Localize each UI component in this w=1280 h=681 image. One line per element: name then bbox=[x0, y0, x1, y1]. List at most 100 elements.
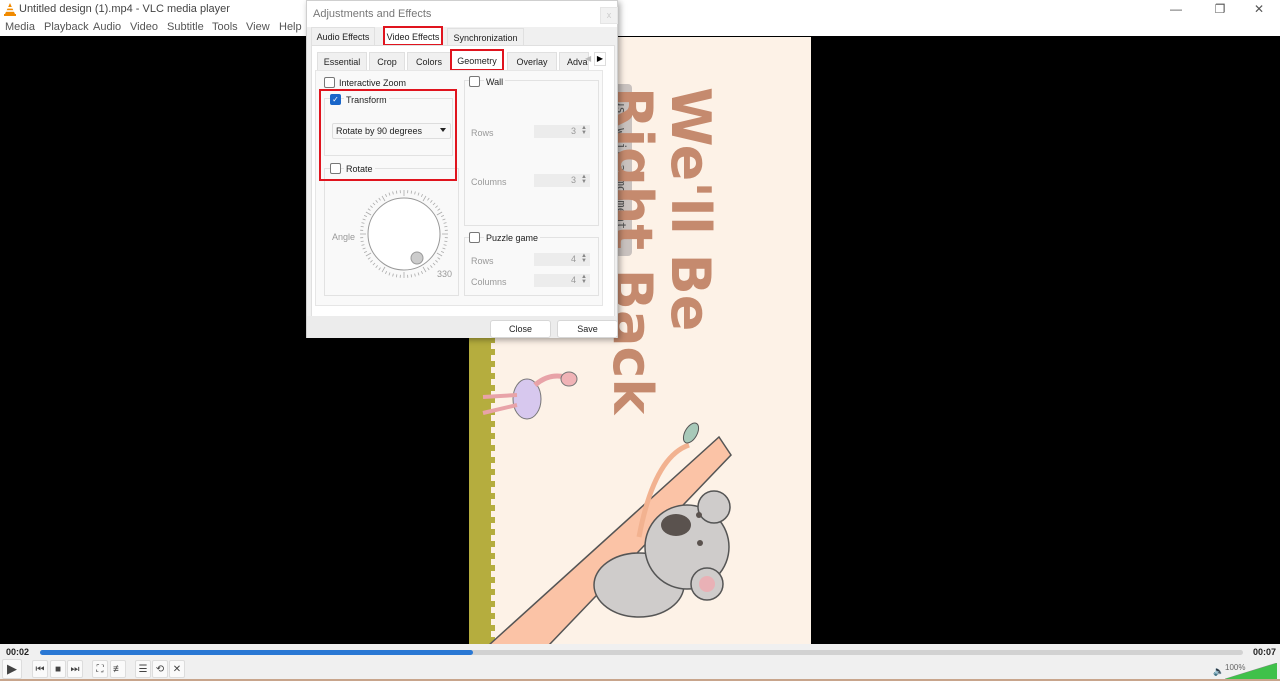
player-controls: 00:02 00:07 ▶ ⏮ ■ ⏭ ⛶ ≢ ☰ ⟲ ✕ 🔈 100% bbox=[0, 644, 1280, 681]
loop-button[interactable]: ⟲ bbox=[152, 660, 168, 678]
restore-button[interactable]: ❐ bbox=[1210, 2, 1230, 18]
dial-tick bbox=[436, 252, 443, 257]
dial-tick bbox=[367, 257, 371, 260]
dial-tick bbox=[442, 247, 446, 250]
dial-tick bbox=[437, 208, 441, 211]
minimize-button[interactable]: — bbox=[1166, 2, 1186, 18]
total-time: 00:07 bbox=[1253, 647, 1277, 657]
dial-tick bbox=[436, 211, 443, 216]
wall-checkbox[interactable] bbox=[469, 76, 480, 87]
seek-bar[interactable] bbox=[40, 650, 1243, 655]
dial-tick bbox=[417, 272, 420, 276]
skip-forward-icon: ⏭ bbox=[70, 663, 80, 675]
fullscreen-button[interactable]: ⛶ bbox=[92, 660, 108, 678]
menu-audio[interactable]: Audio bbox=[93, 21, 121, 33]
angle-label: Angle bbox=[332, 232, 356, 242]
dial-tick bbox=[430, 265, 433, 268]
menu-subtitle[interactable]: Subtitle bbox=[167, 21, 204, 33]
tab-synchronization[interactable]: Synchronization bbox=[447, 28, 524, 46]
dial-tick bbox=[432, 262, 436, 266]
menu-playback[interactable]: Playback bbox=[44, 21, 89, 33]
tab-scroll-right-icon[interactable]: ▶ bbox=[594, 52, 606, 66]
dial-tick bbox=[430, 200, 433, 203]
menu-video[interactable]: Video bbox=[130, 21, 158, 33]
previous-button[interactable]: ⏮ bbox=[32, 660, 48, 678]
angle-dial[interactable] bbox=[357, 187, 451, 281]
puzzle-columns-spinbox[interactable]: 4 ▲ ▼ bbox=[534, 274, 590, 287]
dial-tick bbox=[367, 208, 371, 211]
skip-back-icon: ⏮ bbox=[35, 663, 45, 675]
tab-audio-effects[interactable]: Audio Effects bbox=[311, 27, 375, 45]
wall-rows-value: 3 bbox=[570, 126, 576, 136]
close-button[interactable]: Close bbox=[490, 320, 551, 338]
play-button[interactable]: ▶ bbox=[2, 659, 22, 679]
dial-tick bbox=[437, 257, 441, 260]
elapsed-time: 00:02 bbox=[6, 647, 30, 657]
dial-tick bbox=[388, 192, 391, 196]
dial-tick bbox=[444, 225, 448, 228]
puzzle-checkbox[interactable] bbox=[469, 232, 480, 243]
save-button[interactable]: Save bbox=[557, 320, 618, 338]
dial-tick bbox=[363, 250, 368, 253]
menu-tools[interactable]: Tools bbox=[212, 21, 238, 33]
dial-tick bbox=[392, 273, 394, 277]
loop-icon: ⟲ bbox=[155, 663, 165, 675]
close-window-button[interactable]: ✕ bbox=[1249, 2, 1269, 18]
dial-tick bbox=[363, 215, 368, 218]
tab-geometry[interactable]: Geometry bbox=[450, 49, 504, 71]
menu-media[interactable]: Media bbox=[5, 21, 35, 33]
dial-tick bbox=[365, 211, 372, 216]
interactive-zoom-label: Interactive Zoom bbox=[339, 78, 407, 88]
tab-crop[interactable]: Crop bbox=[369, 52, 405, 70]
wall-columns-spinbox[interactable]: 3 ▲ ▼ bbox=[534, 174, 590, 187]
extended-settings-button[interactable]: ≢ bbox=[110, 660, 126, 678]
interactive-zoom-checkbox[interactable] bbox=[324, 77, 335, 88]
menu-view[interactable]: View bbox=[246, 21, 270, 33]
puzzle-group bbox=[464, 237, 599, 296]
speaker-icon[interactable]: 🔈 bbox=[1213, 666, 1224, 677]
dial-tick bbox=[410, 274, 413, 278]
dial-tick bbox=[422, 195, 427, 202]
dial-tick bbox=[432, 202, 436, 206]
dial-face bbox=[367, 197, 441, 271]
dial-tick bbox=[365, 252, 372, 257]
dial-tick bbox=[435, 205, 438, 208]
dial-tick bbox=[381, 266, 386, 273]
spin-arrows-icon[interactable]: ▲ ▼ bbox=[580, 274, 588, 286]
tab-video-effects[interactable]: Video Effects bbox=[383, 26, 443, 46]
spin-arrows-icon[interactable]: ▲ ▼ bbox=[580, 253, 588, 265]
adjustments-dialog: Adjustments and Effects x Audio Effects … bbox=[306, 0, 618, 338]
dial-tick bbox=[360, 225, 364, 228]
dial-tick bbox=[385, 270, 388, 275]
spin-arrows-icon[interactable]: ▲ ▼ bbox=[580, 174, 588, 186]
puzzle-rows-label: Rows bbox=[471, 256, 494, 266]
dial-tick bbox=[420, 193, 423, 198]
dial-tick bbox=[443, 222, 447, 224]
dial-tick bbox=[422, 266, 427, 273]
playlist-button[interactable]: ☰ bbox=[135, 660, 151, 678]
tab-scroll-left-icon[interactable]: ◀ bbox=[585, 54, 591, 63]
tab-essential[interactable]: Essential bbox=[317, 52, 367, 70]
shuffle-button[interactable]: ✕ bbox=[169, 660, 185, 678]
wall-group bbox=[464, 80, 599, 226]
dial-tick bbox=[362, 247, 366, 250]
menu-help[interactable]: Help bbox=[279, 21, 302, 33]
dial-tick bbox=[435, 260, 438, 263]
tab-colors[interactable]: Colors bbox=[407, 52, 451, 70]
shuffle-icon: ✕ bbox=[172, 663, 182, 675]
spin-arrows-icon[interactable]: ▲ ▼ bbox=[580, 125, 588, 137]
stop-icon: ■ bbox=[54, 663, 62, 675]
dial-tick bbox=[370, 205, 373, 208]
tab-overlay[interactable]: Overlay bbox=[507, 52, 557, 70]
dialog-close-icon[interactable]: x bbox=[600, 7, 618, 24]
puzzle-rows-spinbox[interactable]: 4 ▲ ▼ bbox=[534, 253, 590, 266]
window-titlebar: Untitled design (1).mp4 - VLC media play… bbox=[0, 0, 1280, 20]
dial-tick bbox=[378, 197, 381, 201]
puzzle-rows-value: 4 bbox=[570, 254, 576, 264]
stop-button[interactable]: ■ bbox=[50, 660, 66, 678]
next-button[interactable]: ⏭ bbox=[67, 660, 83, 678]
dial-tick bbox=[360, 240, 364, 243]
wall-rows-spinbox[interactable]: 3 ▲ ▼ bbox=[534, 125, 590, 138]
vlc-cone-icon bbox=[4, 3, 16, 16]
dial-tick bbox=[362, 218, 366, 221]
